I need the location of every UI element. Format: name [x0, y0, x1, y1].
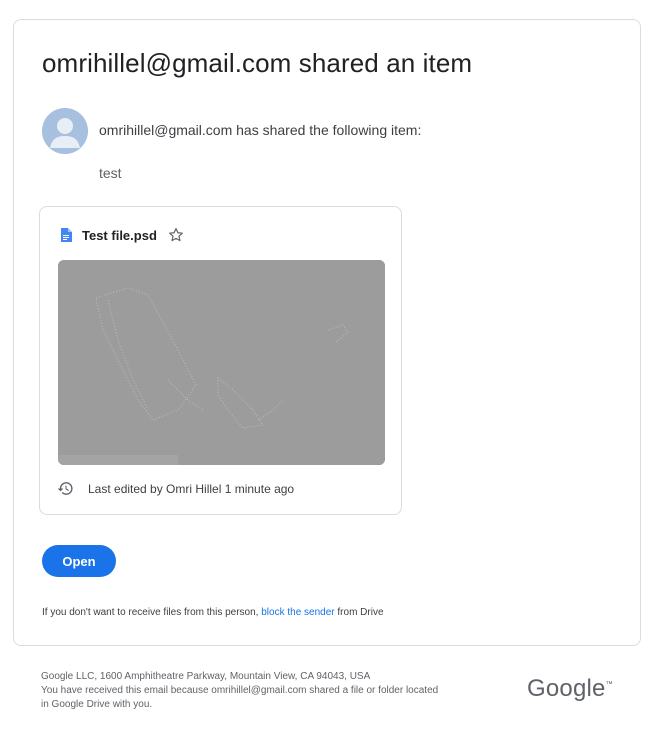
file-header[interactable]: Test file.psd: [60, 226, 185, 244]
footer-address: Google LLC, 1600 Amphitheatre Parkway, M…: [41, 671, 371, 682]
history-icon: [57, 480, 74, 497]
block-notice-suffix: from Drive: [334, 607, 384, 618]
last-edited-text: Last edited by Omri Hillel 1 minute ago: [88, 481, 295, 496]
block-sender-link[interactable]: block the sender: [261, 607, 334, 618]
google-logo: Google™: [527, 675, 613, 703]
email-card: omrihillel@gmail.com shared an item omri…: [13, 19, 641, 646]
block-sender-notice: If you don't want to receive files from …: [42, 607, 384, 618]
document-icon: [60, 228, 72, 242]
open-button[interactable]: Open: [42, 545, 116, 577]
block-notice-prefix: If you don't want to receive files from …: [42, 607, 262, 618]
file-preview[interactable]: [58, 260, 385, 465]
last-edited-row: Last edited by Omri Hillel 1 minute ago: [57, 480, 294, 497]
footer-reason-line-1: You have received this email because omr…: [41, 685, 439, 696]
share-message: test: [99, 165, 122, 181]
avatar: [42, 108, 88, 154]
email-title: omrihillel@gmail.com shared an item: [42, 48, 473, 78]
footer: Google LLC, 1600 Amphitheatre Parkway, M…: [41, 670, 511, 712]
file-name[interactable]: Test file.psd: [82, 228, 157, 243]
google-logo-tm: ™: [605, 681, 613, 688]
star-icon[interactable]: [167, 226, 185, 244]
google-logo-text: Google: [527, 675, 606, 702]
shared-description: omrihillel@gmail.com has shared the foll…: [99, 122, 422, 138]
footer-reason-line-2: in Google Drive with you.: [41, 699, 153, 710]
file-card[interactable]: Test file.psd Last edited by Omri Hillel…: [39, 206, 402, 515]
